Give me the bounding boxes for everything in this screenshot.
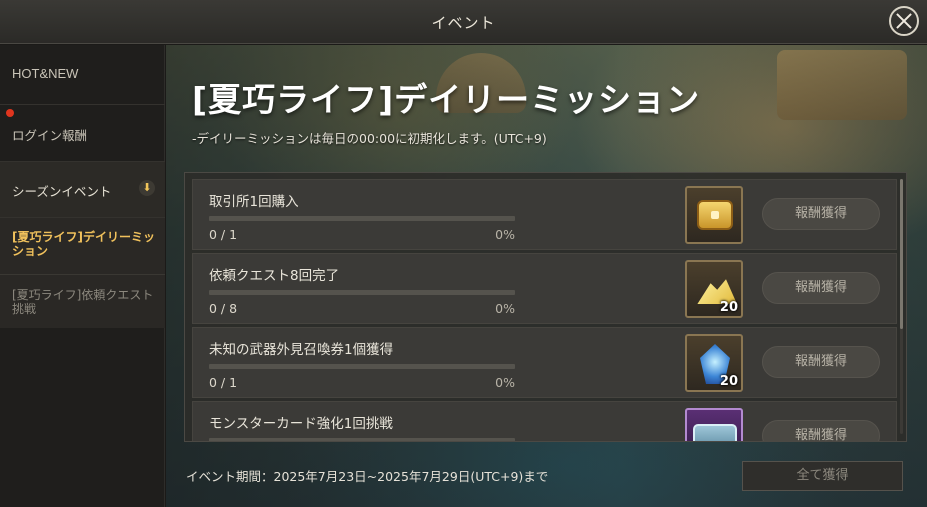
reward-item[interactable] xyxy=(685,186,743,244)
reward-quantity: 20 xyxy=(719,374,738,389)
close-icon[interactable] xyxy=(889,6,919,36)
sidebar-item-hot-new[interactable]: HOT&NEW xyxy=(0,45,165,105)
sidebar-item-label: HOT&NEW xyxy=(12,66,79,81)
mission-label: 依頼クエスト8回完了 xyxy=(209,268,340,284)
event-subtitle: -デイリーミッションは毎日の00:00に初期化します。(UTC+9) xyxy=(192,131,547,146)
claim-reward-button[interactable]: 報酬獲得 xyxy=(762,272,880,304)
mission-row: 未知の武器外見召喚券1個獲得 0 / 1 0% 20 報酬獲得 xyxy=(192,327,897,398)
claim-reward-button[interactable]: 報酬獲得 xyxy=(762,346,880,378)
notification-dot-icon xyxy=(6,109,14,117)
mission-label: 未知の武器外見召喚券1個獲得 xyxy=(209,342,394,358)
mission-label: モンスターカード強化1回挑戦 xyxy=(209,416,393,432)
window-title: イベント xyxy=(431,14,496,32)
mission-list[interactable]: 取引所1回購入 0 / 1 0% 報酬獲得 依頼クエスト8回完了 0 / 8 0… xyxy=(184,172,907,442)
event-title: [夏巧ライフ]デイリーミッション xyxy=(192,80,701,119)
mission-count: 0 / 1 xyxy=(209,227,238,242)
progress-bar xyxy=(209,290,515,295)
sidebar-item-login-reward[interactable]: ログイン報酬 xyxy=(0,105,165,162)
event-content: [夏巧ライフ]デイリーミッション -デイリーミッションは毎日の00:00に初期化… xyxy=(166,45,927,507)
claim-reward-button[interactable]: 報酬獲得 xyxy=(762,420,880,441)
mission-row: 取引所1回購入 0 / 1 0% 報酬獲得 xyxy=(192,179,897,250)
reward-quantity: 20 xyxy=(719,300,738,315)
sidebar-item-label: ログイン報酬 xyxy=(12,128,88,143)
mission-percent: 0% xyxy=(495,227,515,242)
mission-percent: 0% xyxy=(495,301,515,316)
sidebar-item-season-event[interactable]: シーズンイベント ⬇ xyxy=(0,162,165,218)
sidebar-item-label: シーズンイベント xyxy=(12,184,112,199)
sidebar-subitem-request-quest[interactable]: [夏巧ライフ]依頼クエスト挑戦 xyxy=(0,274,165,328)
chest-box-icon xyxy=(693,424,737,441)
mission-row: モンスターカード強化1回挑戦 報酬獲得 xyxy=(192,401,897,441)
mission-count: 0 / 8 xyxy=(209,301,238,316)
gold-chest-icon xyxy=(697,200,733,230)
sidebar-subitem-daily-mission[interactable]: [夏巧ライフ]デイリーミッション xyxy=(0,218,165,274)
sidebar-subitem-label: [夏巧ライフ]依頼クエスト挑戦 xyxy=(12,288,154,316)
reward-item[interactable]: 20 xyxy=(685,334,743,392)
claim-reward-button[interactable]: 報酬獲得 xyxy=(762,198,880,230)
title-bar: イベント xyxy=(0,0,927,44)
mission-percent: 0% xyxy=(495,375,515,390)
event-period: イベント期間：2025年7月23日~2025年7月29日(UTC+9)まで xyxy=(186,469,549,484)
mission-row: 依頼クエスト8回完了 0 / 8 0% 20 報酬獲得 xyxy=(192,253,897,324)
claim-all-button[interactable]: 全て獲得 xyxy=(742,461,903,491)
progress-bar xyxy=(209,364,515,369)
reward-item[interactable] xyxy=(685,408,743,441)
progress-bar xyxy=(209,216,515,221)
sidebar-subitem-label: [夏巧ライフ]デイリーミッション xyxy=(12,230,155,258)
mission-count: 0 / 1 xyxy=(209,375,238,390)
mission-label: 取引所1回購入 xyxy=(209,194,299,210)
scrollbar-thumb[interactable] xyxy=(900,179,903,329)
sidebar: HOT&NEW ログイン報酬 シーズンイベント ⬇ [夏巧ライフ]デイリーミッシ… xyxy=(0,45,165,507)
reward-item[interactable]: 20 xyxy=(685,260,743,318)
chevron-down-icon: ⬇ xyxy=(139,180,155,196)
progress-bar xyxy=(209,438,515,441)
